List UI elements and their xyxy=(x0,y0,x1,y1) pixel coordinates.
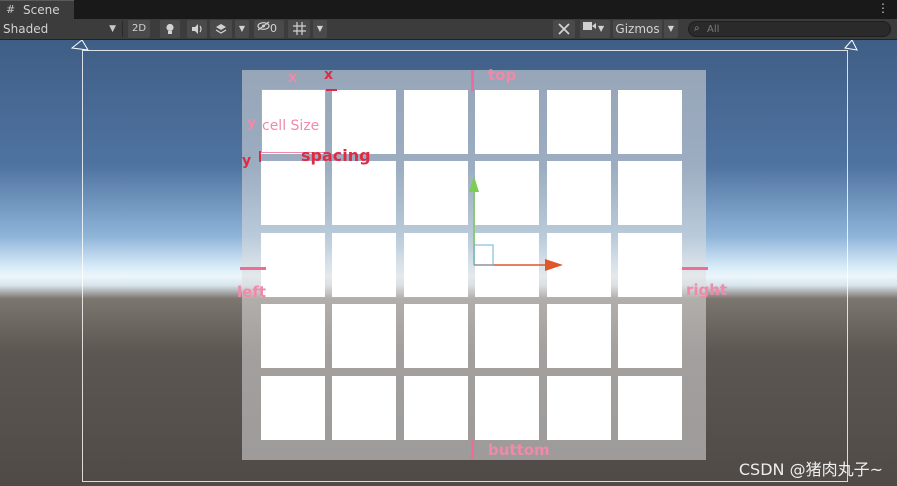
grid-cell xyxy=(618,90,682,154)
lightbulb-icon[interactable] xyxy=(160,20,180,38)
bottom-padding-marker xyxy=(471,439,474,460)
grid-cell xyxy=(618,161,682,225)
visibility-icon xyxy=(257,20,270,38)
grid-cell xyxy=(261,233,325,297)
search-input[interactable] xyxy=(707,22,887,36)
camera-settings-button[interactable]: ▼ xyxy=(580,20,610,38)
grid-cell xyxy=(332,233,396,297)
top-label: top xyxy=(488,66,517,84)
grid-cell xyxy=(547,90,611,154)
spacing-x-marker xyxy=(326,89,337,91)
grid-cell xyxy=(332,376,396,440)
gizmos-dropdown-chevron-icon[interactable]: ▼ xyxy=(664,20,678,38)
grid-cell xyxy=(547,304,611,368)
effects-dropdown-chevron-icon[interactable]: ▼ xyxy=(235,20,249,38)
grid-cell xyxy=(261,304,325,368)
toolbar-divider xyxy=(122,21,123,37)
audio-icon[interactable] xyxy=(187,20,207,38)
scene-toolbar: Shaded ▼ 2D ▼ 0 ▼ ▼ Gizmos ▼ ⌕ xyxy=(0,19,897,40)
hidden-count: 0 xyxy=(270,22,277,35)
chevron-down-icon: ▼ xyxy=(109,24,116,34)
grid-cell xyxy=(475,90,539,154)
cell-x-label: x xyxy=(288,70,298,86)
cell-y-label: y xyxy=(247,115,257,131)
right-padding-marker xyxy=(682,267,708,270)
shading-mode-label: Shaded xyxy=(3,22,49,36)
tab-scene-label: Scene xyxy=(23,3,60,17)
left-padding-marker xyxy=(240,267,266,270)
grid-dropdown-chevron-icon[interactable]: ▼ xyxy=(313,20,327,38)
scene-viewport[interactable]: top buttom left right cell Size x y spac… xyxy=(0,40,897,486)
watermark: CSDN @猪肉丸子~ xyxy=(738,460,883,479)
grid-cell xyxy=(261,161,325,225)
gizmos-button[interactable]: Gizmos xyxy=(613,20,662,38)
y-axis-arrow-icon xyxy=(469,176,479,192)
grid-cell xyxy=(332,161,396,225)
grid-cell xyxy=(618,304,682,368)
search-icon: ⌕ xyxy=(694,23,700,34)
grid-cell xyxy=(404,376,468,440)
spacing-y-marker xyxy=(259,151,261,162)
top-padding-marker xyxy=(471,70,474,91)
left-label: left xyxy=(237,283,267,301)
effects-icon[interactable] xyxy=(210,20,232,38)
grid-cell xyxy=(404,304,468,368)
grid-cell xyxy=(332,304,396,368)
shading-mode-dropdown[interactable]: Shaded ▼ xyxy=(3,21,118,37)
scene-grid-icon: # xyxy=(6,3,16,16)
grid-icon[interactable] xyxy=(288,20,310,38)
camera-icon xyxy=(583,20,596,38)
scene-search-field[interactable]: ⌕ xyxy=(688,21,891,37)
chevron-down-icon: ▼ xyxy=(598,24,605,33)
grid-cell xyxy=(547,376,611,440)
grid-cell xyxy=(261,376,325,440)
bottom-label: buttom xyxy=(488,441,550,459)
tab-scene[interactable]: # Scene xyxy=(0,0,74,19)
grid-cell xyxy=(618,233,682,297)
tools-icon[interactable] xyxy=(553,20,575,38)
spacing-x-label: x xyxy=(324,67,334,83)
spacing-label: spacing xyxy=(301,146,371,165)
tab-bar: # Scene ⋮ xyxy=(0,0,897,19)
x-axis-arrow-icon xyxy=(545,259,563,271)
grid-cell xyxy=(475,304,539,368)
right-label: right xyxy=(686,281,728,299)
kebab-icon[interactable]: ⋮ xyxy=(877,2,889,14)
grid-cell xyxy=(618,376,682,440)
move-gizmo[interactable] xyxy=(455,170,575,280)
grid-cell xyxy=(475,376,539,440)
grid-cell xyxy=(332,90,396,154)
mode-2d-button[interactable]: 2D xyxy=(128,20,150,38)
grid-cell xyxy=(404,90,468,154)
hidden-objects-toggle[interactable]: 0 xyxy=(254,20,284,38)
cell-size-label: cell Size xyxy=(262,118,320,134)
spacing-y-label: y xyxy=(242,153,252,169)
